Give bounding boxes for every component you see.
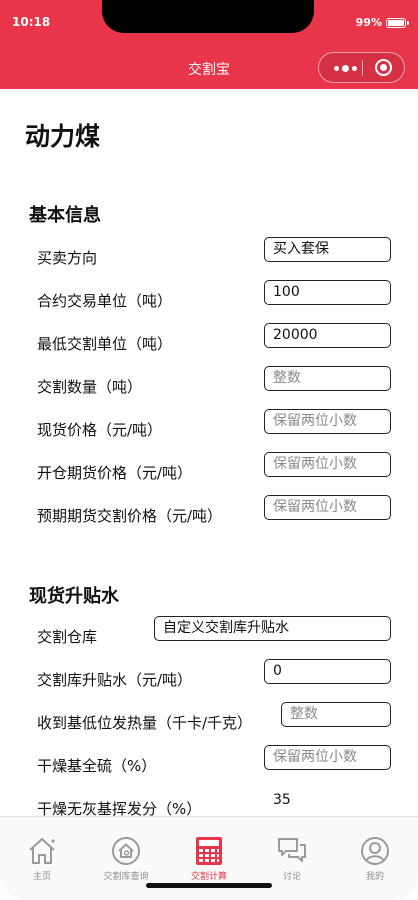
row-total-sulfur: 干燥基全硫（%） 保留两位小数: [0, 745, 418, 785]
row-min-delivery-unit: 最低交割单位（吨） 20000: [0, 323, 418, 363]
section-title-spot: 现货升贴水: [29, 586, 119, 607]
tab-label: 讨论: [282, 872, 301, 882]
field-label: 收到基低位发热量（千卡/千克）: [37, 714, 253, 732]
row-spot-price: 现货价格（元/吨） 保留两位小数: [0, 409, 418, 449]
status-time: 10:18: [12, 15, 51, 29]
row-trade-direction: 买卖方向 买入套保: [0, 237, 418, 277]
row-calorific-value: 收到基低位发热量（千卡/千克） 整数: [0, 702, 418, 742]
delivery-quantity-input[interactable]: 整数: [264, 366, 391, 391]
tab-discussion[interactable]: 讨论: [250, 817, 334, 887]
trade-direction-select[interactable]: 买入套保: [264, 237, 391, 262]
app-header: 10:18 99% 交割宝: [0, 0, 418, 89]
field-label: 交割库升贴水（元/吨）: [37, 671, 193, 689]
field-label: 开仓期货价格（元/吨）: [37, 464, 193, 482]
tab-label: 主页: [32, 872, 51, 882]
form-content[interactable]: 动力煤 基本信息 买卖方向 买入套保 合约交易单位（吨） 100 最低交割单位（…: [0, 89, 418, 816]
tab-home[interactable]: 主页: [0, 817, 84, 887]
warehouse-search-icon: [112, 837, 140, 865]
home-icon: [29, 838, 55, 864]
status-battery: 99%: [355, 16, 409, 29]
volatile-matter-input[interactable]: 35: [264, 788, 391, 813]
user-icon: [361, 837, 389, 865]
page-title: 动力煤: [25, 122, 101, 151]
warehouse-premium-input[interactable]: 0: [264, 659, 391, 684]
calorific-value-input[interactable]: 整数: [281, 702, 391, 727]
contract-unit-input[interactable]: 100: [264, 280, 391, 305]
row-contract-unit: 合约交易单位（吨） 100: [0, 280, 418, 320]
row-warehouse-premium: 交割库升贴水（元/吨） 0: [0, 659, 418, 699]
field-label: 现货价格（元/吨）: [37, 421, 163, 439]
battery-icon: [386, 17, 409, 28]
tab-label: 交割计算: [190, 872, 227, 882]
home-indicator: [146, 883, 272, 888]
field-label: 干燥无灰基挥发分（%）: [37, 800, 202, 816]
close-miniprogram-icon[interactable]: [375, 59, 392, 76]
field-label: 预期期货交割价格（元/吨）: [37, 507, 223, 525]
field-label: 交割数量（吨）: [37, 378, 143, 396]
expected-delivery-price-input[interactable]: 保留两位小数: [264, 495, 391, 520]
field-label: 干燥基全硫（%）: [37, 757, 157, 775]
min-delivery-unit-input[interactable]: 20000: [264, 323, 391, 348]
row-delivery-quantity: 交割数量（吨） 整数: [0, 366, 418, 406]
delivery-warehouse-select[interactable]: 自定义交割库升贴水: [154, 616, 391, 641]
calculator-icon: [196, 837, 222, 865]
field-label: 买卖方向: [37, 249, 98, 267]
capsule-divider: [362, 60, 363, 76]
battery-percent: 99%: [355, 16, 382, 29]
open-futures-price-input[interactable]: 保留两位小数: [264, 452, 391, 477]
miniprogram-capsule: [318, 52, 405, 83]
tab-label: 交割库查询: [103, 872, 149, 882]
total-sulfur-input[interactable]: 保留两位小数: [264, 745, 391, 770]
section-title-basic: 基本信息: [29, 205, 101, 226]
field-label: 合约交易单位（吨）: [37, 292, 173, 310]
tab-warehouse-search[interactable]: 交割库查询: [84, 817, 168, 887]
row-volatile-matter: 干燥无灰基挥发分（%） 35: [0, 788, 418, 816]
app-screen: 10:18 99% 交割宝 动力煤 基本信息 买卖方向 买入套保 合约交易单位（…: [0, 0, 418, 900]
tab-calculator[interactable]: 交割计算: [167, 817, 251, 887]
device-notch: [102, 0, 314, 33]
tab-label: 我的: [365, 872, 384, 882]
field-label: 最低交割单位（吨）: [37, 335, 173, 353]
row-open-futures-price: 开仓期货价格（元/吨） 保留两位小数: [0, 452, 418, 492]
tab-profile[interactable]: 我的: [333, 817, 417, 887]
more-icon[interactable]: [331, 61, 359, 75]
field-label: 交割仓库: [37, 628, 98, 646]
row-expected-delivery-price: 预期期货交割价格（元/吨） 保留两位小数: [0, 495, 418, 535]
row-delivery-warehouse: 交割仓库 自定义交割库升贴水: [0, 616, 418, 656]
spot-price-input[interactable]: 保留两位小数: [264, 409, 391, 434]
chat-icon: [278, 838, 306, 862]
